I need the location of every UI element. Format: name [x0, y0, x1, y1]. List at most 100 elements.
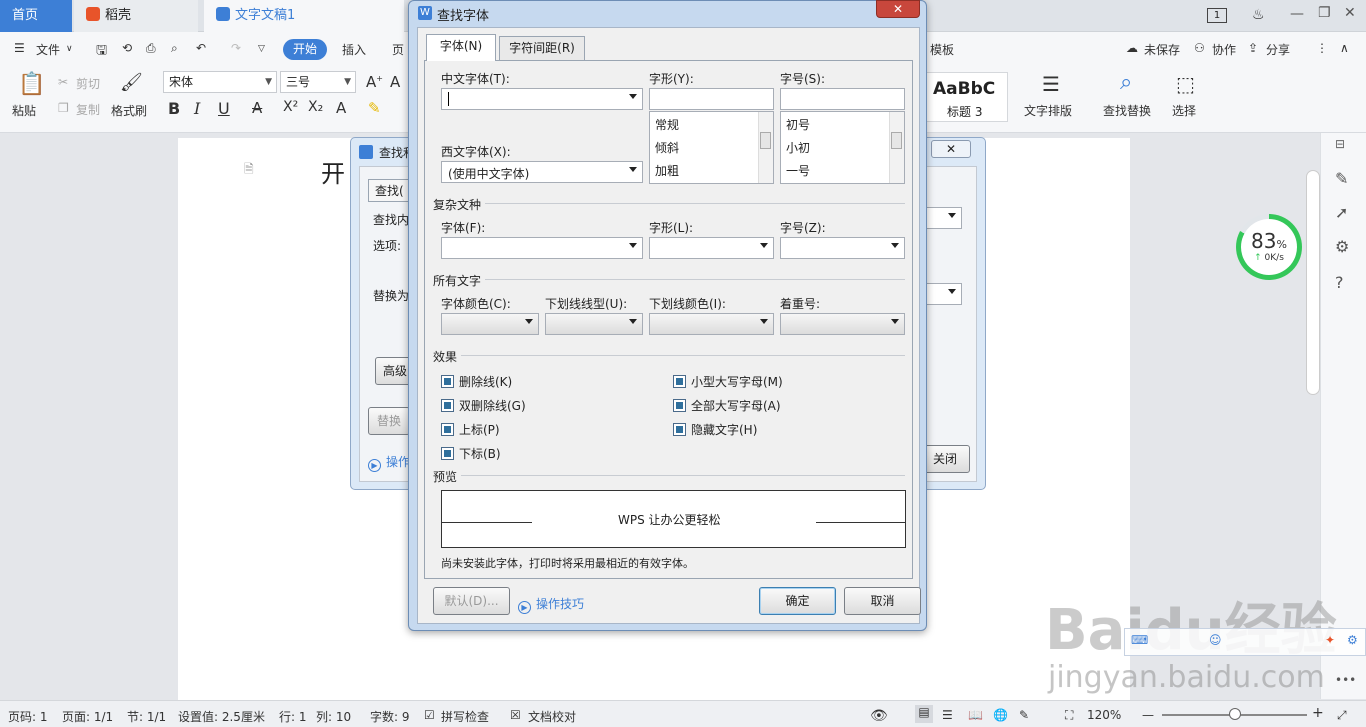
checkbox-all-caps[interactable]: 全部大写字母(A): [673, 397, 781, 414]
menu-page[interactable]: 页: [392, 41, 404, 58]
chevron-down-icon[interactable]: ∨: [66, 44, 73, 54]
ok-button[interactable]: 确定: [759, 587, 836, 615]
list-item[interactable]: 常规: [655, 116, 679, 133]
list-item[interactable]: 小初: [786, 139, 810, 156]
tab-font[interactable]: 字体(N): [426, 34, 496, 61]
format-painter-button[interactable]: 格式刷: [111, 102, 147, 119]
save-icon[interactable]: 🖫: [96, 41, 107, 63]
more-dots-icon[interactable]: •••: [1335, 673, 1356, 687]
more-icon[interactable]: ⋮: [1316, 41, 1328, 55]
style-input[interactable]: [649, 88, 774, 110]
bg-close-icon[interactable]: ✕: [931, 140, 971, 158]
superscript-icon[interactable]: X²: [283, 99, 298, 115]
collapse-ribbon-icon[interactable]: ∧: [1340, 41, 1349, 55]
document-text[interactable]: 开: [321, 154, 345, 189]
italic-icon[interactable]: I: [194, 99, 200, 118]
collab-button[interactable]: 协作: [1212, 41, 1236, 58]
bg-close-button[interactable]: 关闭: [920, 445, 970, 473]
font-name-select[interactable]: 宋体 ▼: [163, 71, 277, 93]
size-list[interactable]: 初号 小初 一号: [780, 111, 905, 184]
ime-skin-icon[interactable]: ✦: [1325, 633, 1335, 647]
web-view-icon[interactable]: 🌐: [993, 708, 1008, 722]
tab-home[interactable]: 首页: [0, 0, 72, 32]
fullscreen-icon[interactable]: ⤢: [1337, 708, 1347, 723]
paste-icon[interactable]: 📋: [18, 72, 45, 97]
paste-button[interactable]: 粘贴: [12, 102, 36, 119]
maximize-icon[interactable]: ❐: [1318, 5, 1331, 21]
text-layout-button[interactable]: 文字排版: [1024, 102, 1072, 119]
skin-icon[interactable]: ♨: [1252, 7, 1265, 23]
checkbox-subscript[interactable]: 下标(B): [441, 445, 501, 462]
find-replace-button[interactable]: 查找替换: [1103, 102, 1151, 119]
checkbox-superscript[interactable]: 上标(P): [441, 421, 500, 438]
style-list-scrollbar[interactable]: [758, 112, 773, 183]
bold-icon[interactable]: B: [168, 99, 180, 118]
size-list-scrollbar[interactable]: [889, 112, 904, 183]
ime-toolbar[interactable]: ⌨ ☺ ✦ ⚙: [1124, 628, 1366, 656]
page-view-icon[interactable]: ▤: [915, 705, 933, 723]
more-quick-icon[interactable]: ▽: [258, 44, 265, 54]
cn-font-combo[interactable]: [441, 88, 643, 110]
status-page-code[interactable]: 页码: 1: [8, 708, 48, 725]
strikethrough-icon[interactable]: A: [252, 99, 262, 117]
checkbox-small-caps[interactable]: 小型大写字母(M): [673, 373, 783, 390]
text-effect-icon[interactable]: A: [336, 99, 346, 117]
spell-check-button[interactable]: 拼写检查: [441, 708, 489, 725]
checkbox-hidden[interactable]: 隐藏文字(H): [673, 421, 757, 438]
menu-start[interactable]: 开始: [283, 39, 327, 60]
cancel-button[interactable]: 取消: [844, 587, 921, 615]
checkbox-double-strike[interactable]: 双删除线(G): [441, 397, 526, 414]
eye-icon[interactable]: 👁: [870, 708, 888, 724]
fit-page-icon[interactable]: ⛶: [1065, 708, 1073, 723]
highlight-icon[interactable]: ✎: [368, 99, 381, 117]
font-size-select[interactable]: 三号 ▼: [280, 71, 356, 93]
ime-emoji-icon[interactable]: ☺: [1209, 633, 1222, 647]
read-view-icon[interactable]: 📖: [968, 708, 983, 722]
window-count-icon[interactable]: 1: [1207, 8, 1227, 23]
zoom-slider-handle[interactable]: [1229, 708, 1241, 720]
list-item[interactable]: 初号: [786, 116, 810, 133]
menu-file[interactable]: 文件: [36, 41, 60, 58]
status-col[interactable]: 列: 10: [316, 708, 351, 725]
underline-color-combo[interactable]: [649, 313, 774, 335]
menu-insert[interactable]: 插入: [342, 41, 366, 58]
proof-button[interactable]: 文档校对: [528, 708, 576, 725]
copy-button[interactable]: 复制: [76, 101, 100, 118]
pen-icon[interactable]: ✎: [1019, 708, 1029, 722]
status-section[interactable]: 节: 1/1: [127, 708, 166, 725]
share-button[interactable]: 分享: [1266, 41, 1290, 58]
dialog-close-icon[interactable]: ✕: [876, 0, 920, 18]
close-window-icon[interactable]: ✕: [1344, 5, 1356, 21]
ime-icon[interactable]: ⌨: [1131, 633, 1148, 647]
menu-template[interactable]: 模板: [930, 41, 954, 58]
zoom-out-icon[interactable]: —: [1142, 708, 1154, 722]
emphasis-combo[interactable]: [780, 313, 905, 335]
default-button[interactable]: 默认(D)...: [433, 587, 510, 615]
cut-button[interactable]: 剪切: [76, 75, 100, 92]
complex-font-combo[interactable]: [441, 237, 643, 259]
tab-document[interactable]: 文字文稿1: [204, 0, 404, 32]
unsaved-label[interactable]: 未保存: [1144, 41, 1180, 58]
status-words[interactable]: 字数: 9: [370, 708, 410, 725]
sidebar-collapse-icon[interactable]: ⊟: [1335, 137, 1345, 151]
list-item[interactable]: 一号: [786, 162, 810, 179]
shrink-font-icon[interactable]: A: [390, 73, 400, 91]
vertical-scrollbar[interactable]: [1306, 170, 1320, 395]
outline-view-icon[interactable]: ☰: [942, 708, 953, 722]
status-row[interactable]: 行: 1: [279, 708, 307, 725]
complex-style-combo[interactable]: [649, 237, 774, 259]
complex-size-combo[interactable]: [780, 237, 905, 259]
tips-link[interactable]: 操作技巧: [536, 597, 584, 611]
cursor-icon[interactable]: ➚: [1335, 203, 1348, 222]
edit-icon[interactable]: ✎: [1335, 169, 1348, 188]
zoom-level[interactable]: 120%: [1087, 708, 1121, 722]
redo-icon[interactable]: ↷: [231, 41, 241, 55]
undo-icon[interactable]: ↶: [196, 41, 206, 55]
ime-settings-icon[interactable]: ⚙: [1347, 633, 1358, 647]
style-list[interactable]: 常规 倾斜 加粗: [649, 111, 774, 184]
status-page[interactable]: 页面: 1/1: [62, 708, 113, 725]
underline-icon[interactable]: U: [218, 99, 230, 118]
select-button[interactable]: 选择: [1172, 102, 1196, 119]
style-gallery[interactable]: AaBbC 标题 3: [918, 72, 1008, 122]
hamburger-icon[interactable]: ☰: [14, 41, 25, 55]
